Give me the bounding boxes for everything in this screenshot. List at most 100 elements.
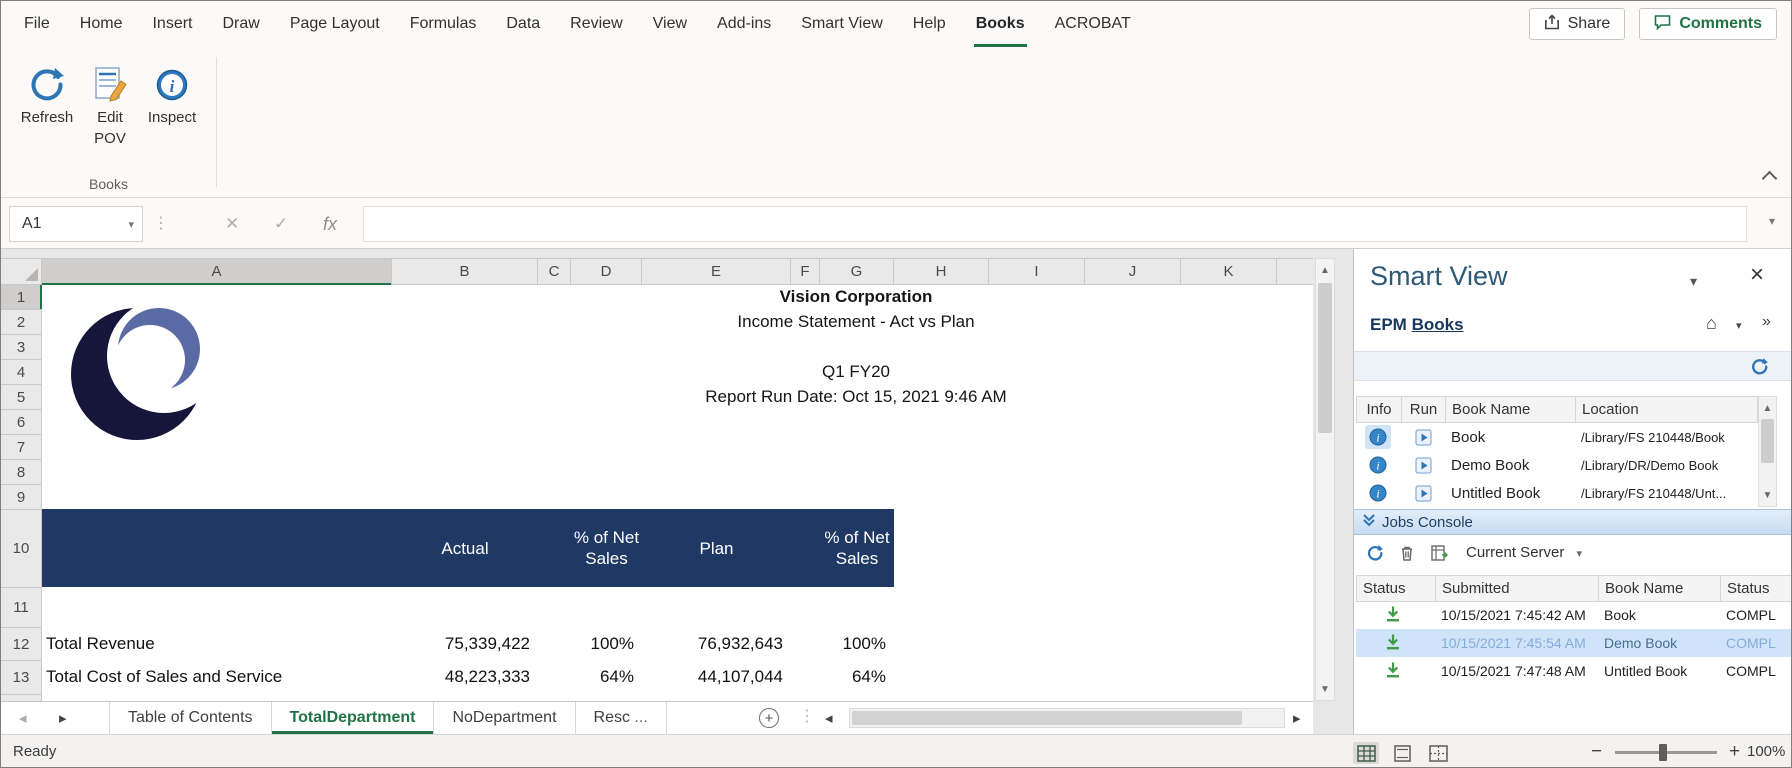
epm-books-breadcrumb[interactable]: EPM Books [1370, 315, 1464, 335]
inspect-button[interactable]: i Inspect [136, 55, 208, 128]
books-col-name[interactable]: Book Name [1445, 396, 1576, 423]
tab-books[interactable]: Books [961, 1, 1040, 47]
run-icon[interactable] [1410, 453, 1436, 477]
run-icon[interactable] [1410, 481, 1436, 505]
jobs-col-submitted[interactable]: Submitted [1435, 575, 1599, 602]
name-box[interactable]: A1 ▾ [9, 206, 143, 242]
insert-function-icon[interactable]: fx [323, 206, 337, 242]
run-icon[interactable] [1410, 425, 1436, 449]
column-header-g[interactable]: G [820, 259, 894, 284]
tab-page-layout[interactable]: Page Layout [275, 1, 395, 47]
tab-data[interactable]: Data [491, 1, 555, 47]
download-icon[interactable] [1384, 605, 1402, 628]
panel-menu-caret-icon[interactable]: ▾ [1690, 273, 1697, 290]
info-icon[interactable]: i [1365, 481, 1391, 505]
books-col-info[interactable]: Info [1356, 396, 1402, 423]
chevron-down-icon[interactable]: ▾ [128, 218, 134, 231]
share-button[interactable]: Share [1528, 8, 1626, 40]
scroll-up-icon[interactable]: ▲ [1759, 397, 1776, 419]
row-header-10[interactable]: 10 [1, 510, 41, 588]
sheet-tab-resc[interactable]: Resc ... [576, 702, 667, 734]
cancel-icon[interactable]: ✕ [225, 206, 239, 242]
panel-overflow-icon[interactable]: » [1762, 313, 1771, 331]
row-header-7[interactable]: 7 [1, 435, 41, 460]
jobs-console-header[interactable]: Jobs Console [1354, 509, 1791, 535]
column-header-b[interactable]: B [392, 259, 538, 284]
sheet-nav-left-icon[interactable]: ◂ [19, 702, 27, 734]
row-header-11[interactable]: 11 [1, 588, 41, 628]
sheet-tab-nodepartment[interactable]: NoDepartment [434, 702, 576, 734]
books-scroll-thumb[interactable] [1761, 419, 1774, 463]
row-header-13[interactable]: 13 [1, 661, 41, 695]
jobs-col-status-icon[interactable]: Status [1356, 575, 1436, 602]
tab-insert[interactable]: Insert [137, 1, 207, 47]
tab-view[interactable]: View [638, 1, 702, 47]
server-selector[interactable]: Current Server ▾ [1466, 544, 1582, 561]
sheet-nav-right-icon[interactable]: ▸ [59, 702, 67, 734]
export-job-icon[interactable] [1430, 544, 1449, 567]
row-header-3[interactable]: 3 [1, 335, 41, 360]
tab-review[interactable]: Review [555, 1, 637, 47]
sheet-tab-table-of-contents[interactable]: Table of Contents [109, 702, 272, 734]
column-header-h[interactable]: H [894, 259, 989, 284]
scroll-up-icon[interactable]: ▲ [1316, 259, 1334, 281]
tab-acrobat[interactable]: ACROBAT [1040, 1, 1146, 47]
download-icon[interactable] [1384, 633, 1402, 656]
hscroll-left-icon[interactable]: ◂ [825, 702, 833, 734]
row-header-12[interactable]: 12 [1, 628, 41, 661]
tab-add-ins[interactable]: Add-ins [702, 1, 786, 47]
zoom-level[interactable]: 100% [1747, 735, 1785, 767]
vertical-scroll-thumb[interactable] [1318, 283, 1332, 433]
column-header-j[interactable]: J [1085, 259, 1181, 284]
tab-formulas[interactable]: Formulas [395, 1, 492, 47]
column-header-i[interactable]: I [989, 259, 1085, 284]
horizontal-scrollbar[interactable] [849, 708, 1285, 728]
add-sheet-icon[interactable]: + [759, 708, 779, 728]
zoom-slider-thumb[interactable] [1659, 744, 1667, 761]
formula-input[interactable] [363, 206, 1747, 242]
page-break-view-icon[interactable] [1425, 742, 1451, 764]
column-header-a[interactable]: A [42, 259, 392, 285]
row-header-4[interactable]: 4 [1, 360, 41, 385]
jobs-col-status[interactable]: Status [1720, 575, 1791, 602]
download-icon[interactable] [1384, 661, 1402, 684]
row-header-1[interactable]: 1 [1, 285, 42, 310]
breadcrumb-caret-icon[interactable]: ▾ [1736, 319, 1742, 332]
worksheet-grid[interactable]: Vision Corporation Income Statement - Ac… [42, 285, 1313, 701]
info-icon[interactable]: i [1365, 453, 1391, 477]
tab-help[interactable]: Help [898, 1, 961, 47]
hscroll-right-icon[interactable]: ▸ [1293, 702, 1301, 734]
info-icon[interactable]: i [1365, 425, 1391, 449]
tab-draw[interactable]: Draw [207, 1, 274, 47]
comments-button[interactable]: Comments [1639, 8, 1777, 40]
column-header-c[interactable]: C [538, 259, 571, 284]
jobs-col-book-name[interactable]: Book Name [1598, 575, 1721, 602]
scroll-down-icon[interactable]: ▼ [1316, 678, 1334, 700]
row-header-8[interactable]: 8 [1, 460, 41, 485]
page-layout-view-icon[interactable] [1389, 742, 1415, 764]
row-header-2[interactable]: 2 [1, 310, 41, 335]
row-header-9[interactable]: 9 [1, 485, 41, 510]
column-header-e[interactable]: E [642, 259, 791, 284]
books-col-run[interactable]: Run [1401, 396, 1446, 423]
zoom-in-icon[interactable]: + [1729, 735, 1740, 767]
delete-job-icon[interactable] [1398, 544, 1416, 567]
row-header-6[interactable]: 6 [1, 410, 41, 435]
jobs-refresh-icon[interactable] [1366, 544, 1384, 567]
collapse-ribbon-button[interactable] [1761, 170, 1778, 189]
zoom-out-icon[interactable]: − [1591, 735, 1602, 767]
column-header-d[interactable]: D [571, 259, 642, 284]
sheet-tab-totaldepartment[interactable]: TotalDepartment [271, 702, 435, 734]
books-refresh-icon[interactable] [1750, 357, 1769, 381]
scroll-down-icon[interactable]: ▼ [1759, 484, 1776, 506]
books-col-location[interactable]: Location [1575, 396, 1758, 423]
books-scrollbar[interactable]: ▲ ▼ [1758, 396, 1777, 507]
enter-icon[interactable]: ✓ [274, 206, 288, 242]
select-all-corner[interactable] [1, 258, 42, 285]
tab-home[interactable]: Home [65, 1, 138, 47]
column-header-k[interactable]: K [1181, 259, 1277, 284]
close-icon[interactable]: × [1750, 261, 1764, 289]
home-icon[interactable]: ⌂ [1706, 313, 1717, 334]
tab-smart-view[interactable]: Smart View [786, 1, 898, 47]
row-header-5[interactable]: 5 [1, 385, 41, 410]
